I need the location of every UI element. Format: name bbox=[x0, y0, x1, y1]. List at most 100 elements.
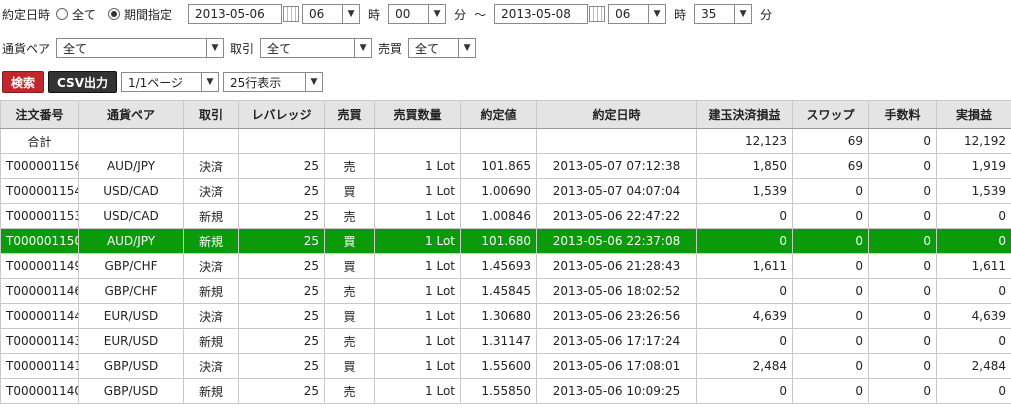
cell-net-pl: 4,639 bbox=[936, 303, 1011, 329]
cell-pair: USD/CAD bbox=[78, 203, 184, 229]
cell-order-no: T000001153 bbox=[0, 203, 79, 229]
cell-side: 買 bbox=[324, 353, 375, 379]
header-order-no[interactable]: 注文番号 bbox=[0, 100, 79, 129]
radio-all[interactable] bbox=[56, 8, 69, 20]
hour-unit: 時 bbox=[368, 7, 381, 22]
total-swap: 69 bbox=[792, 128, 869, 154]
cell-leverage: 25 bbox=[238, 278, 325, 304]
header-price[interactable]: 約定値 bbox=[460, 100, 537, 129]
table-row[interactable]: T000001149 GBP/CHF 決済 25 買 1 Lot 1.45693 2013-0… bbox=[0, 253, 1011, 279]
cell-datetime: 2013-05-06 22:47:22 bbox=[536, 203, 697, 229]
cell-trade: 決済 bbox=[183, 153, 239, 179]
cell-order-no: T000001144 bbox=[0, 303, 79, 329]
radio-period-label[interactable]: 期間指定 bbox=[124, 6, 172, 23]
results-table: 注文番号 通貨ペア 取引 レバレッジ 売買 売買数量 約定値 約定日時 建玉決済… bbox=[0, 100, 1011, 404]
table-row[interactable]: T000001156 AUD/JPY 決済 25 売 1 Lot 101.865 2013-0… bbox=[0, 153, 1011, 179]
cell-order-no: T000001140 bbox=[0, 378, 79, 404]
chevron-down-icon: ▼ bbox=[458, 39, 475, 57]
search-button[interactable]: 検索 bbox=[2, 71, 45, 93]
cell-leverage: 25 bbox=[238, 178, 325, 204]
cell-order-no: T000001146 bbox=[0, 278, 79, 304]
header-pair[interactable]: 通貨ペア bbox=[78, 100, 184, 129]
to-min-select[interactable]: 35 ▼ bbox=[694, 4, 753, 24]
rows-per-page-select[interactable]: 25行表示 ▼ bbox=[222, 72, 323, 92]
table-row[interactable]: T000001141 GBP/USD 決済 25 買 1 Lot 1.55600 2013-0… bbox=[0, 353, 1011, 379]
radio-all-label[interactable]: 全て bbox=[72, 6, 96, 23]
to-hour-select[interactable]: 06 ▼ bbox=[608, 4, 667, 24]
table-row[interactable]: T000001153 USD/CAD 新規 25 売 1 Lot 1.00846 2013-0… bbox=[0, 203, 1011, 229]
total-label: 合計 bbox=[0, 128, 79, 154]
header-fee[interactable]: 手数料 bbox=[868, 100, 937, 129]
table-row[interactable]: T000001144 EUR/USD 決済 25 買 1 Lot 1.30680 2013-0… bbox=[0, 303, 1011, 329]
table-row[interactable]: T000001143 EUR/USD 新規 25 売 1 Lot 1.31147 2013-0… bbox=[0, 328, 1011, 354]
cell-position-pl: 4,639 bbox=[696, 303, 793, 329]
to-calendar-icon[interactable] bbox=[589, 6, 606, 22]
side-select[interactable]: 全て ▼ bbox=[408, 38, 477, 58]
header-datetime[interactable]: 約定日時 bbox=[536, 100, 697, 129]
date-label: 約定日時 bbox=[2, 7, 51, 22]
header-quantity[interactable]: 売買数量 bbox=[374, 100, 461, 129]
cell-order-no: T000001150 bbox=[0, 228, 79, 254]
cell-datetime: 2013-05-06 23:26:56 bbox=[536, 303, 697, 329]
cell-fee: 0 bbox=[868, 278, 937, 304]
table-row[interactable]: T000001154 USD/CAD 決済 25 買 1 Lot 1.00690 2013-0… bbox=[0, 178, 1011, 204]
cell-pair: USD/CAD bbox=[78, 178, 184, 204]
total-position-pl: 12,123 bbox=[696, 128, 793, 154]
header-trade[interactable]: 取引 bbox=[183, 100, 239, 129]
header-swap[interactable]: スワップ bbox=[792, 100, 869, 129]
cell-quantity: 1 Lot bbox=[374, 253, 461, 279]
cell-fee: 0 bbox=[868, 303, 937, 329]
side-value: 全て bbox=[415, 41, 440, 56]
cell-net-pl: 0 bbox=[936, 378, 1011, 404]
cell-datetime: 2013-05-06 21:28:43 bbox=[536, 253, 697, 279]
cell-position-pl: 0 bbox=[696, 378, 793, 404]
cell-fee: 0 bbox=[868, 353, 937, 379]
header-side[interactable]: 売買 bbox=[324, 100, 375, 129]
pair-select[interactable]: 全て ▼ bbox=[56, 38, 225, 58]
pair-value: 全て bbox=[63, 41, 88, 56]
from-hour-value: 06 bbox=[309, 7, 325, 21]
cell-trade: 新規 bbox=[183, 228, 239, 254]
cell-swap: 0 bbox=[792, 228, 869, 254]
cell-swap: 0 bbox=[792, 303, 869, 329]
from-date-input[interactable]: 2013-05-06 bbox=[188, 4, 283, 24]
trade-select[interactable]: 全て ▼ bbox=[260, 38, 373, 58]
cell-swap: 0 bbox=[792, 328, 869, 354]
rows-per-page-value: 25行表示 bbox=[229, 75, 282, 90]
cell-quantity: 1 Lot bbox=[374, 153, 461, 179]
cell-fee: 0 bbox=[868, 328, 937, 354]
cell-leverage: 25 bbox=[238, 328, 325, 354]
cell-pair: GBP/USD bbox=[78, 353, 184, 379]
cell-leverage: 25 bbox=[238, 378, 325, 404]
cell-pair: AUD/JPY bbox=[78, 228, 184, 254]
table-row[interactable]: T000001140 GBP/USD 新規 25 売 1 Lot 1.55850 2013-0… bbox=[0, 378, 1011, 404]
table-row[interactable]: T000001146 GBP/CHF 新規 25 売 1 Lot 1.45845 2013-0… bbox=[0, 278, 1011, 304]
cell-order-no: T000001143 bbox=[0, 328, 79, 354]
table-header-row: 注文番号 通貨ペア 取引 レバレッジ 売買 売買数量 約定値 約定日時 建玉決済… bbox=[0, 100, 1011, 129]
cell-side: 売 bbox=[324, 328, 375, 354]
header-net-pl[interactable]: 実損益 bbox=[936, 100, 1011, 129]
cell-swap: 0 bbox=[792, 203, 869, 229]
cell-pair: AUD/JPY bbox=[78, 153, 184, 179]
cell-price: 1.45845 bbox=[460, 278, 537, 304]
cell-datetime: 2013-05-07 07:12:38 bbox=[536, 153, 697, 179]
cell-side: 売 bbox=[324, 278, 375, 304]
table-row[interactable]: T000001150 AUD/JPY 新規 25 買 1 Lot 101.680 2013-0… bbox=[0, 228, 1011, 254]
cell-position-pl: 0 bbox=[696, 278, 793, 304]
cell-quantity: 1 Lot bbox=[374, 303, 461, 329]
from-min-select[interactable]: 00 ▼ bbox=[388, 4, 447, 24]
header-leverage[interactable]: レバレッジ bbox=[238, 100, 325, 129]
from-calendar-icon[interactable] bbox=[283, 6, 300, 22]
page-select[interactable]: 1/1ページ ▼ bbox=[120, 72, 219, 92]
from-hour-select[interactable]: 06 ▼ bbox=[302, 4, 361, 24]
to-date-input[interactable]: 2013-05-08 bbox=[494, 4, 589, 24]
csv-export-button[interactable]: CSV出力 bbox=[48, 71, 117, 93]
empty-cell bbox=[374, 128, 461, 154]
cell-swap: 0 bbox=[792, 278, 869, 304]
header-position-pl[interactable]: 建玉決済損益 bbox=[696, 100, 793, 129]
radio-period[interactable] bbox=[108, 8, 121, 20]
cell-position-pl: 1,850 bbox=[696, 153, 793, 179]
cell-order-no: T000001141 bbox=[0, 353, 79, 379]
page-value: 1/1ページ bbox=[127, 75, 184, 90]
cell-fee: 0 bbox=[868, 153, 937, 179]
